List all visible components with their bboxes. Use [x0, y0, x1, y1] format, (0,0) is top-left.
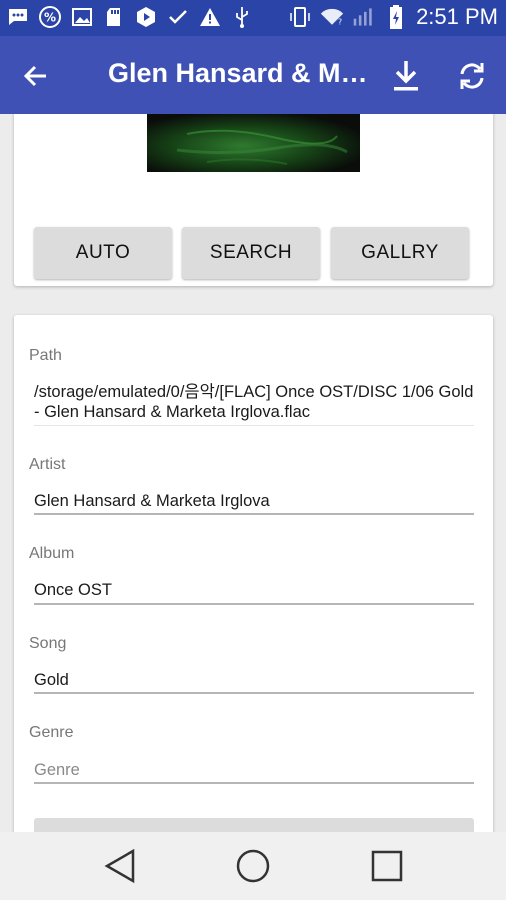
album-art-card: AUTO SEARCH GALLRY: [14, 114, 493, 286]
save-button[interactable]: [34, 818, 474, 832]
auto-button[interactable]: AUTO: [34, 227, 172, 279]
circle-home-icon[interactable]: [231, 844, 275, 888]
percent-icon: %: [38, 5, 62, 29]
genre-field[interactable]: Genre: [34, 760, 474, 780]
artist-underline: [34, 513, 474, 515]
image-icon: [70, 5, 94, 29]
genre-underline: [34, 782, 474, 784]
album-label: Album: [29, 545, 75, 562]
status-bar: % ? 2:51 PM: [0, 0, 506, 36]
song-underline: [34, 692, 474, 694]
app-bar: Glen Hansard & Marketa Irglova: [0, 36, 506, 114]
artist-label: Artist: [29, 456, 66, 473]
sync-icon[interactable]: [450, 54, 494, 98]
square-recents-icon[interactable]: [365, 844, 409, 888]
artist-field[interactable]: Glen Hansard & Marketa Irglova: [34, 491, 474, 511]
svg-text:?: ?: [338, 18, 342, 27]
song-label: Song: [29, 635, 67, 652]
gallery-button[interactable]: GALLRY: [331, 227, 469, 279]
play-icon: [134, 5, 158, 29]
triangle-back-icon[interactable]: [98, 844, 142, 888]
album-field[interactable]: Once OST: [34, 580, 474, 600]
album-cover-image[interactable]: [147, 114, 360, 172]
svg-text:%: %: [44, 11, 56, 25]
sd-card-icon: [102, 5, 126, 29]
scroll-content[interactable]: AUTO SEARCH GALLRY Path /storage/emulate…: [0, 114, 506, 832]
check-icon: [166, 5, 190, 29]
signal-icon: [352, 5, 376, 29]
path-label: Path: [29, 347, 62, 364]
clock: 2:51 PM: [416, 4, 498, 29]
warning-icon: [198, 5, 222, 29]
usb-icon: [230, 5, 254, 29]
download-icon[interactable]: [384, 54, 428, 98]
path-underline: [34, 425, 474, 426]
tag-editor-card: Path /storage/emulated/0/음악/[FLAC] Once …: [14, 315, 493, 832]
path-field: /storage/emulated/0/음악/[FLAC] Once OST/D…: [34, 383, 474, 421]
message-icon: [6, 5, 30, 29]
phone-vibrate-icon: [288, 5, 312, 29]
system-icons: ? 2:51 PM: [288, 4, 498, 30]
arrow-back-icon[interactable]: [14, 54, 58, 98]
navigation-bar: [0, 832, 506, 900]
page-title: Glen Hansard & Marketa Irglova: [108, 58, 373, 88]
album-underline: [34, 603, 474, 605]
song-field[interactable]: Gold: [34, 670, 474, 690]
notification-icons: %: [6, 5, 254, 29]
battery-charging-icon: [384, 5, 408, 29]
genre-label: Genre: [29, 724, 74, 741]
search-button[interactable]: SEARCH: [182, 227, 320, 279]
wifi-icon: ?: [320, 5, 344, 29]
